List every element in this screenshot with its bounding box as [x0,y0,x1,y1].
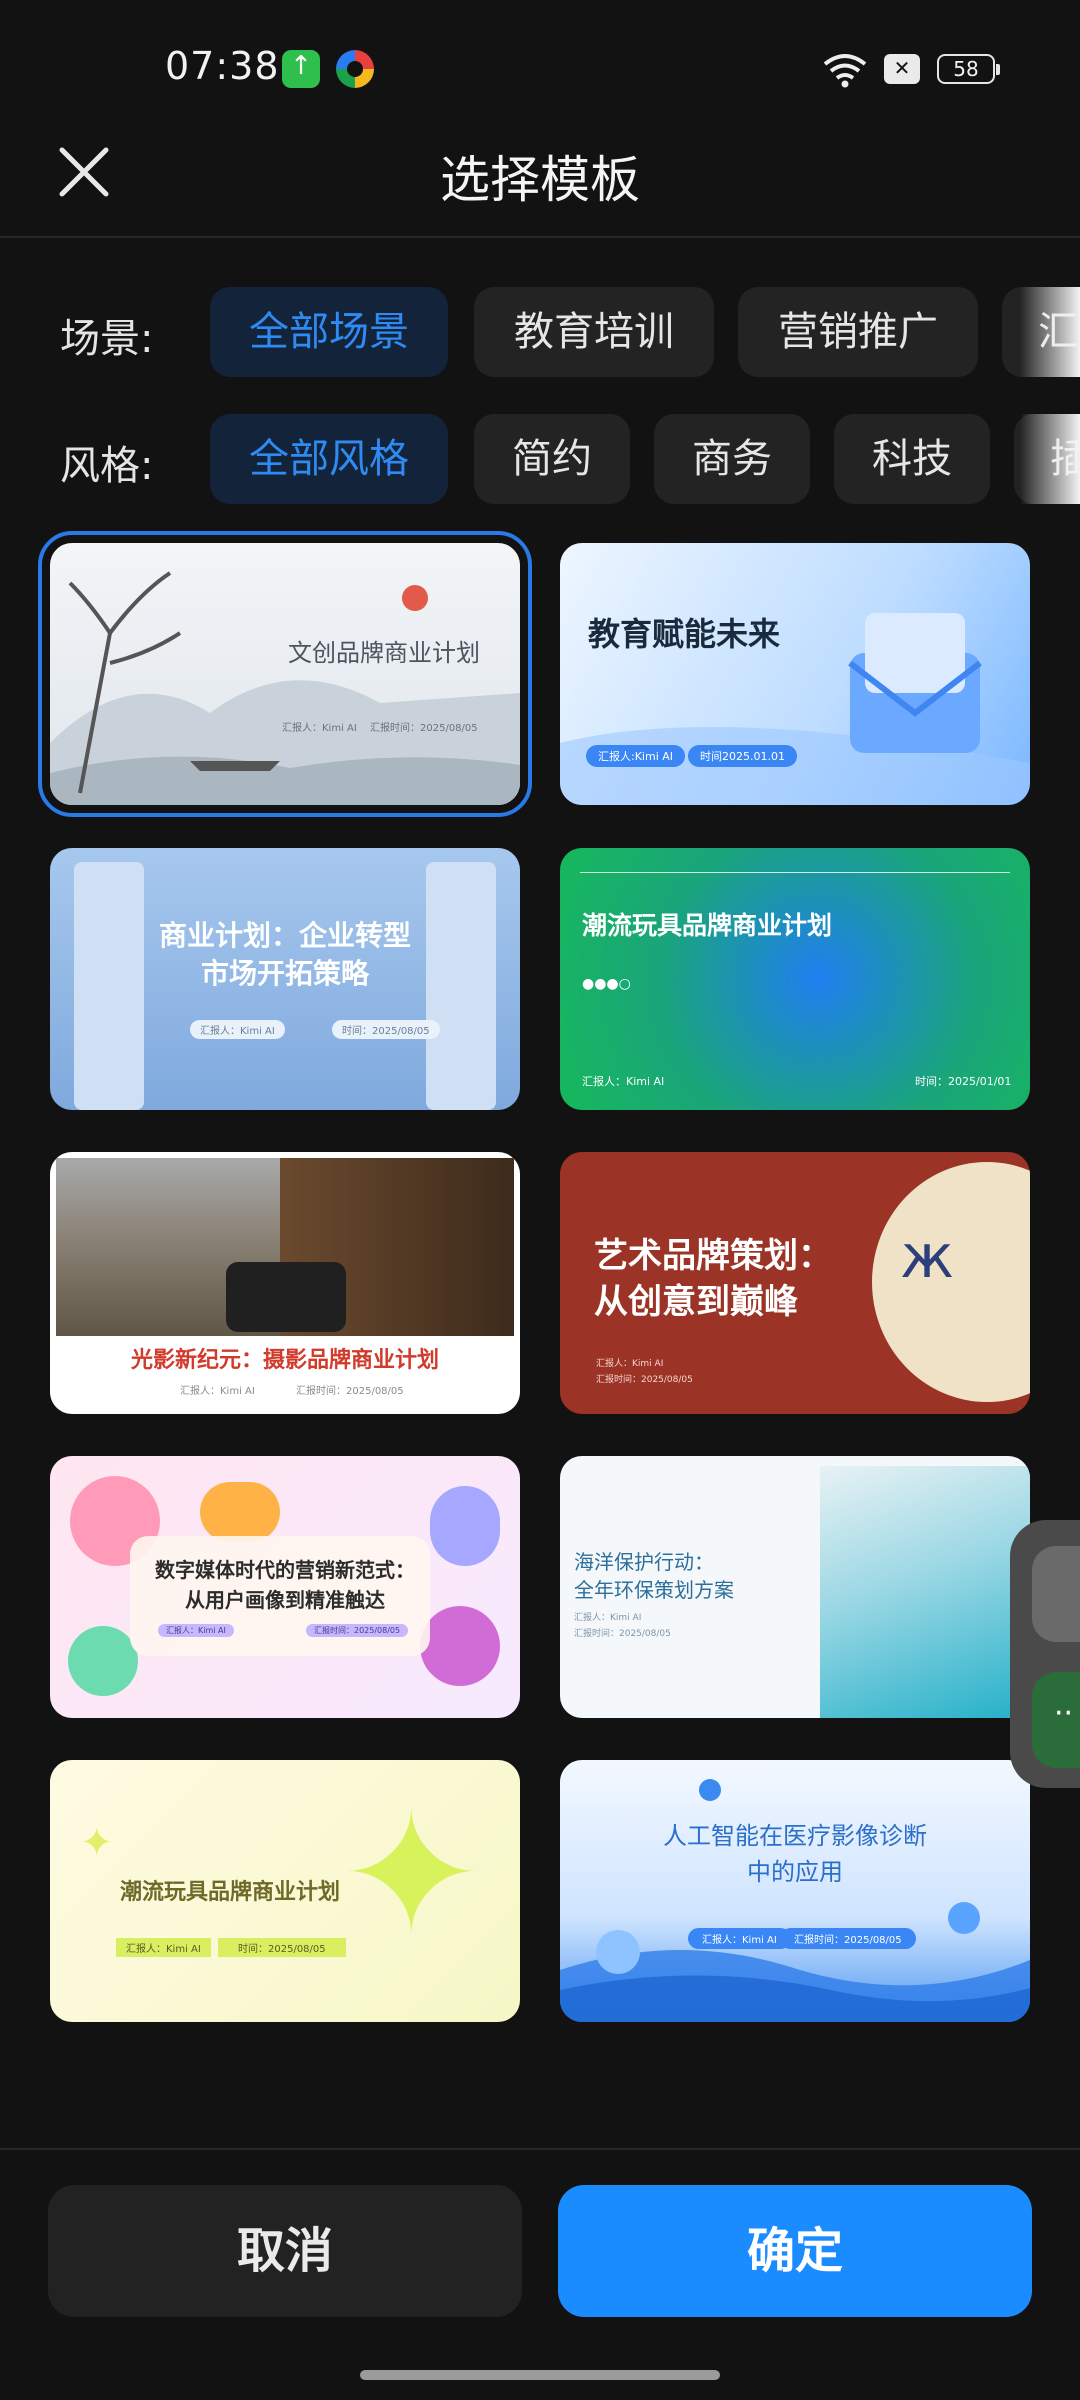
template-subtitle: 从用户画像到精准触达 [185,1588,385,1612]
status-bar: 07:38 58 [0,0,1080,120]
chip-style-simple[interactable]: 简约 [474,414,630,504]
template-presenter: 汇报人：Kimi AI [190,1020,285,1039]
status-time: 07:38 [165,44,280,88]
confirm-button[interactable]: 确定 [558,2185,1032,2317]
scene-filter-label: 场景: [60,316,154,362]
style-filter-label: 风格: [60,443,154,489]
ink-landscape-illustration [50,571,520,805]
wave-illustration [560,1779,1030,2022]
blob-character [200,1482,280,1542]
decor-line [580,872,1010,873]
template-date: 汇报时间：2025/08/05 [574,1629,671,1639]
template-title: 文创品牌商业计划 [288,639,480,667]
template-card-10[interactable]: 人工智能在医疗影像诊断 中的应用 汇报人：Kimi AI 汇报时间：2025/0… [560,1760,1030,2022]
template-card-6[interactable]: ж 艺术品牌策划： 从创意到巅峰 汇报人：Kimi AI 汇报时间：2025/0… [560,1152,1030,1414]
chip-style-tech[interactable]: 科技 [834,414,990,504]
template-title: 人工智能在医疗影像诊断 [663,1822,927,1850]
template-date: 时间：2025/01/01 [915,1075,1012,1088]
header-divider [0,236,1080,238]
page-title: 选择模板 [440,151,640,209]
template-card-9[interactable]: ✦ ✦ 潮流玩具品牌商业计划 汇报人：Kimi AI 时间：2025/08/05 [50,1760,520,2022]
template-presenter: 汇报人：Kimi AI [574,1613,642,1623]
battery-icon: 58 [937,54,1000,84]
sparkle-icon: ✦ [340,1776,483,1974]
blob-character [68,1626,138,1696]
chip-scene-all[interactable]: 全部场景 [210,287,448,377]
template-presenter: 汇报人：Kimi AI [158,1624,234,1637]
template-title: 数字媒体时代的营销新范式： [155,1558,415,1582]
wifi-icon [823,54,867,88]
template-date: 汇报时间：2025/08/05 [370,723,478,734]
chip-style-business[interactable]: 商务 [654,414,810,504]
template-card-7[interactable]: 数字媒体时代的营销新范式： 从用户画像到精准触达 汇报人：Kimi AI 汇报时… [50,1456,520,1718]
template-presenter: 汇报人：Kimi AI [582,1075,665,1088]
template-subtitle: 中的应用 [747,1858,843,1886]
template-card-2[interactable]: 教育赋能未来 汇报人:Kimi AI 时间2025.01.01 [560,543,1030,805]
template-date: 时间2025.01.01 [688,745,797,767]
template-subtitle: 全年环保策划方案 [574,1578,734,1602]
battery-level: 58 [953,57,979,81]
decor-dots: ●●●○ [582,976,631,992]
template-date: 汇报时间：2025/08/05 [306,1624,409,1637]
footer-divider [0,2148,1080,2150]
template-presenter: 汇报人：Kimi AI [180,1386,255,1397]
camera-graphic [226,1262,346,1332]
chip-scene-education[interactable]: 教育培训 [474,287,714,377]
home-indicator[interactable] [360,2370,720,2380]
template-subtitle: 市场开拓策略 [200,957,369,990]
template-title: 艺术品牌策划： [594,1236,832,1276]
butterfly-icon: ж [900,1222,955,1292]
scroll-fade [1020,287,1080,377]
app-notification-icon [336,50,374,88]
template-title: 光影新纪元：摄影品牌商业计划 [130,1348,439,1373]
floating-more-button[interactable] [1032,1672,1080,1768]
template-date: 时间：2025/08/05 [218,1938,346,1957]
template-title: 潮流玩具品牌商业计划 [120,1880,341,1905]
template-date: 汇报时间：2025/08/05 [296,1386,404,1397]
template-title: 潮流玩具品牌商业计划 [582,911,833,940]
chip-scene-marketing[interactable]: 营销推广 [738,287,978,377]
floating-tool-button[interactable] [1032,1546,1080,1642]
blob-character [420,1606,500,1686]
template-date: 汇报时间：2025/08/05 [780,1928,916,1949]
template-title: 教育赋能未来 [588,615,781,653]
template-presenter: 汇报人：Kimi AI [596,1359,664,1369]
sparkle-icon: ✦ [80,1820,114,1866]
template-presenter: 汇报人：Kimi AI [282,723,357,734]
template-presenter: 汇报人：Kimi AI [688,1928,791,1949]
no-sim-icon [884,54,920,84]
template-date: 时间：2025/08/05 [332,1020,440,1039]
template-card-5[interactable]: 光影新纪元：摄影品牌商业计划 汇报人：Kimi AI 汇报时间：2025/08/… [50,1152,520,1414]
template-title: 海洋保护行动： [574,1550,714,1574]
template-card-1[interactable]: 文创品牌商业计划 汇报人：Kimi AI 汇报时间：2025/08/05 [38,531,532,817]
template-subtitle: 从创意到巅峰 [594,1282,798,1322]
template-title: 商业计划：企业转型 [158,919,411,952]
chip-style-all[interactable]: 全部风格 [210,414,448,504]
template-card-4[interactable]: 潮流玩具品牌商业计划 ●●●○ 汇报人：Kimi AI 时间：2025/01/0… [560,848,1030,1110]
template-date: 汇报时间：2025/08/05 [596,1375,693,1385]
ocean-photo [820,1466,1030,1718]
scroll-fade [1020,414,1080,504]
cancel-button[interactable]: 取消 [48,2185,522,2317]
template-presenter: 汇报人:Kimi AI [586,745,686,767]
template-card-3[interactable]: 商业计划：企业转型 市场开拓策略 汇报人：Kimi AI 时间：2025/08/… [50,848,520,1110]
template-card-8[interactable]: 海洋保护行动： 全年环保策划方案 汇报人：Kimi AI 汇报时间：2025/0… [560,1456,1030,1718]
template-presenter: 汇报人：Kimi AI [116,1938,211,1957]
upload-app-icon [282,50,320,88]
